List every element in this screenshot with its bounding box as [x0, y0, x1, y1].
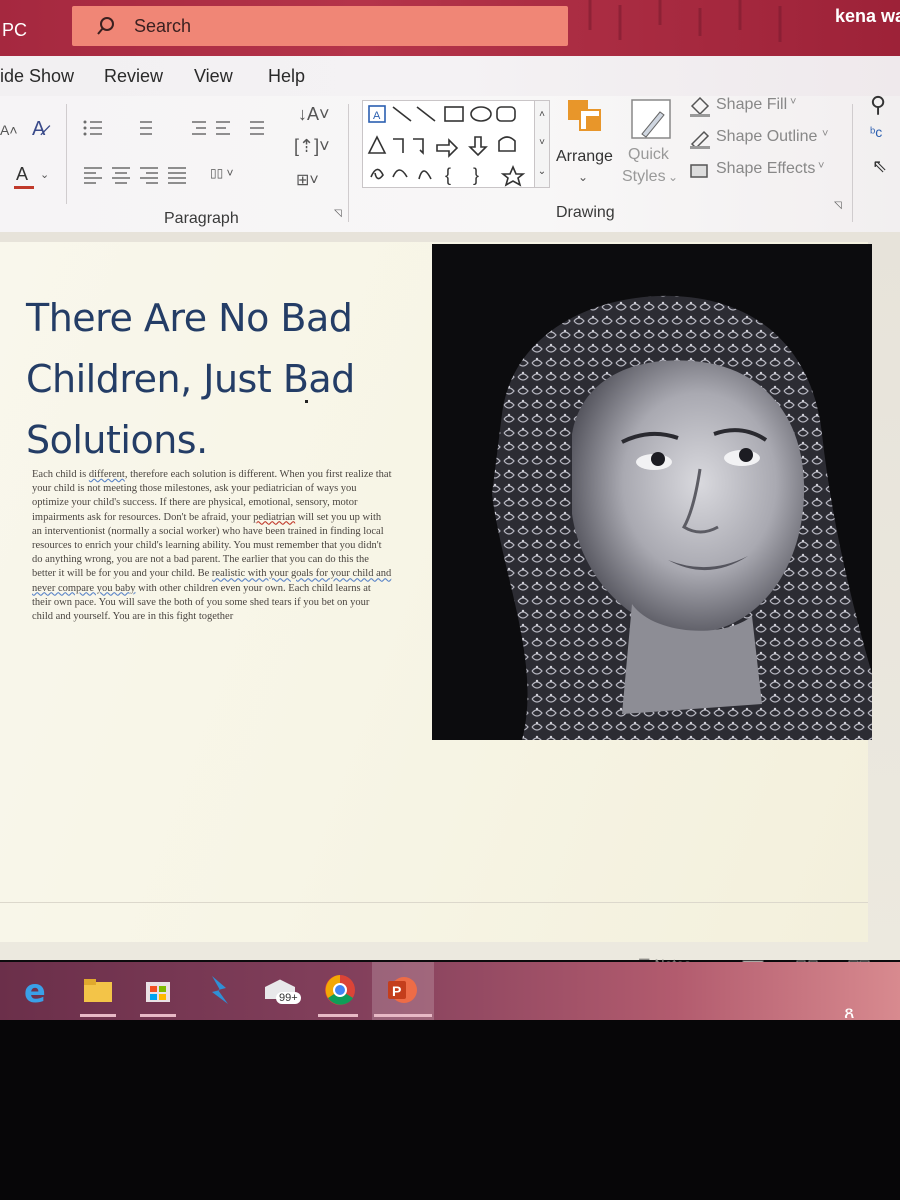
line-spacing-button[interactable] [244, 116, 280, 138]
svg-text:}: } [473, 165, 479, 185]
mail-badge: 99+ [276, 992, 301, 1004]
clear-formatting-icon[interactable]: A̷ [32, 118, 45, 141]
shapes-gallery-icons: A {} [367, 105, 526, 187]
shape-effects-button[interactable]: Shape Effects [716, 160, 815, 178]
svg-text:P: P [392, 983, 401, 999]
slide-divider [0, 902, 868, 903]
text-direction-icon[interactable]: ↓A˅ [298, 104, 330, 125]
find-icon[interactable]: ⚲ [870, 92, 886, 118]
tab-slide-show[interactable]: ide Show [0, 66, 74, 87]
active-app-indicator [374, 1014, 432, 1017]
tab-review[interactable]: Review [104, 66, 163, 87]
shape-fill-button[interactable]: Shape Fill [716, 96, 787, 114]
chrome-icon[interactable] [322, 972, 358, 1008]
ribbon: A˄ A̷ A ⌄ ↓A˅ [⇡]˅ ⊞˅ ▯▯ ˅ Paragraph ◹ A… [0, 92, 900, 233]
align-right-button[interactable] [138, 164, 160, 186]
paragraph-dialog-launcher[interactable]: ◹ [334, 208, 342, 219]
active-app-indicator [140, 1014, 176, 1017]
gallery-scroll-down[interactable]: ˅ [534, 129, 549, 157]
font-color-bar [14, 186, 34, 189]
group-separator [66, 104, 67, 204]
align-text-icon[interactable]: [⇡]˅ [294, 136, 330, 157]
chevron-down-icon: ⌄ [668, 170, 679, 184]
window-title: PC [2, 20, 28, 40]
font-color-icon[interactable]: A [16, 164, 28, 185]
svg-text:A: A [373, 110, 381, 122]
shape-outline-button[interactable]: Shape Outline [716, 128, 817, 146]
windows-taskbar: e 99+ P ጸ [0, 962, 900, 1022]
increase-indent-button[interactable] [212, 116, 236, 138]
slide-body-text[interactable]: Each child is different, therefore each … [32, 468, 392, 624]
slide-title-line: Children, Just Bad [26, 357, 355, 401]
powerpoint-icon[interactable]: P [384, 972, 420, 1008]
ribbon-tabs: ide Show Review View Help [0, 56, 900, 96]
grammar-flagged-word: different [88, 469, 125, 480]
shape-effects-icon [690, 164, 708, 178]
chevron-down-icon: ˅ [790, 96, 797, 108]
user-name[interactable]: kena wal [835, 6, 900, 27]
replace-icon[interactable]: ᵇc [870, 124, 882, 140]
file-explorer-icon[interactable] [80, 972, 116, 1008]
columns-button[interactable]: ▯▯ ˅ [210, 166, 234, 180]
body-text-run: Each child is [32, 469, 89, 480]
smartart-icon[interactable]: ⊞˅ [296, 170, 319, 190]
quick-styles-button[interactable]: Quick [628, 146, 669, 164]
active-app-indicator [318, 1014, 358, 1017]
slide-workspace: There Are No Bad Children, Just Bad Solu… [0, 232, 900, 960]
title-bar: PC Search kena wal [0, 0, 900, 56]
mouse-cursor-dot [305, 400, 308, 403]
quick-styles-label[interactable]: Styles [622, 168, 666, 186]
gallery-more-button[interactable]: ⌄ [534, 157, 549, 187]
titlebar-pattern [588, 0, 782, 42]
svg-text:e: e [24, 972, 46, 1008]
tab-view[interactable]: View [194, 66, 233, 87]
chevron-down-icon[interactable]: ⌄ [40, 168, 49, 181]
search-box[interactable]: Search [72, 6, 568, 46]
search-icon [97, 17, 114, 35]
grow-font-icon[interactable]: A˄ [0, 122, 18, 138]
microsoft-store-icon[interactable] [140, 972, 176, 1008]
group-separator [852, 104, 853, 222]
tab-help[interactable]: Help [268, 66, 305, 87]
chevron-down-icon: ˅ [818, 160, 825, 172]
justify-button[interactable] [166, 164, 188, 186]
slide-title-line: Solutions. [26, 418, 208, 462]
shape-outline-icon [690, 130, 710, 150]
paragraph-group-label: Paragraph [164, 210, 239, 227]
chevron-down-icon: ⌄ [578, 170, 589, 184]
arrange-button[interactable]: Arrange [556, 148, 613, 166]
chevron-down-icon: ˅ [822, 128, 829, 140]
slide-canvas[interactable]: There Are No Bad Children, Just Bad Solu… [0, 242, 872, 942]
drawing-group-label: Drawing [556, 204, 615, 221]
spelling-flagged-word: pediatrian [253, 511, 296, 523]
monitor-bezel [0, 1020, 900, 1200]
slide-title[interactable]: There Are No Bad Children, Just Bad Solu… [26, 288, 406, 471]
power-automate-icon[interactable] [200, 972, 236, 1008]
edge-browser-icon[interactable]: e [20, 972, 56, 1008]
decrease-indent-button[interactable] [186, 116, 210, 138]
svg-text:{: { [445, 165, 451, 185]
portrait-photo[interactable] [432, 244, 872, 740]
slide-title-line: There Are No Bad [26, 296, 353, 340]
align-left-button[interactable] [82, 164, 104, 186]
search-placeholder: Search [134, 16, 192, 36]
group-separator [348, 104, 349, 222]
quick-styles-icon [631, 99, 671, 139]
gallery-scroll-up[interactable]: ˄ [534, 101, 549, 129]
arrange-icon [568, 100, 601, 131]
shape-fill-icon [690, 96, 710, 117]
align-center-button[interactable] [110, 164, 132, 186]
drawing-dialog-launcher[interactable]: ◹ [834, 200, 842, 211]
bullets-button[interactable] [80, 116, 114, 138]
active-app-indicator [80, 1014, 116, 1017]
select-icon[interactable]: ⇖ [872, 156, 887, 177]
numbering-button[interactable] [130, 116, 164, 138]
portrait-illustration [432, 244, 872, 740]
shapes-gallery[interactable]: A {} ˄ ˅ ⌄ [362, 100, 550, 188]
